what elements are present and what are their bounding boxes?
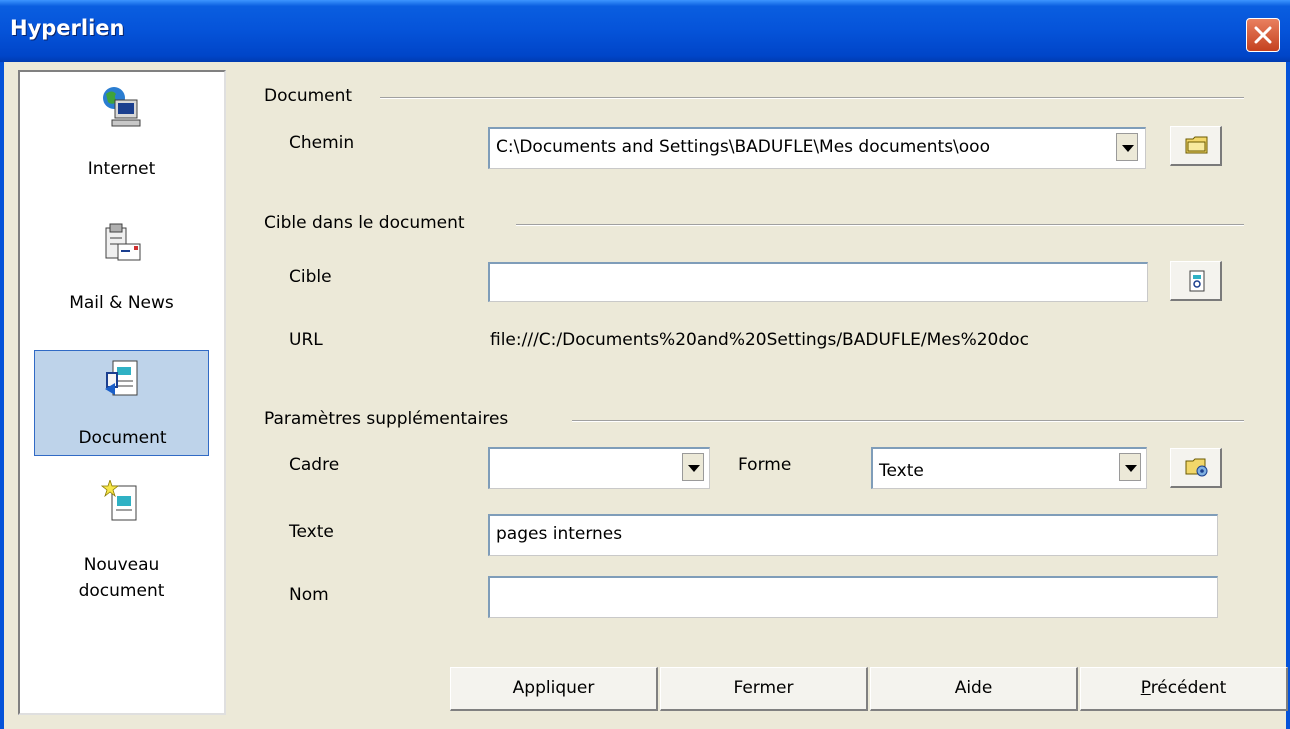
form-label: Forme: [738, 455, 792, 475]
sidebar-item-document[interactable]: Document: [34, 350, 209, 456]
title-bar[interactable]: Hyperlien: [0, 0, 1290, 62]
target-document-icon: [1189, 270, 1205, 292]
close-dialog-button[interactable]: Fermer: [660, 667, 868, 711]
internet-globe-icon: [103, 87, 141, 127]
extra-parameters-heading: Paramètres supplémentaires: [264, 409, 509, 429]
new-document-icon: [100, 480, 137, 521]
previous-label: récédent: [1150, 678, 1227, 698]
folder-macro-icon: [1185, 458, 1208, 477]
window-frame-left: [0, 62, 4, 729]
target-label: Cible: [289, 267, 332, 287]
chevron-down-icon[interactable]: [1119, 453, 1141, 481]
sidebar-item-new-document[interactable]: Nouveau document: [34, 472, 209, 622]
target-in-document-button[interactable]: [1170, 261, 1222, 301]
sidebar-item-label-line2: document: [78, 581, 165, 601]
document-icon: [105, 360, 138, 396]
frame-combobox[interactable]: [488, 447, 710, 489]
mail-news-icon: [105, 223, 141, 261]
frame-label: Cadre: [289, 455, 340, 475]
sidebar-item-label: Mail & News: [69, 293, 174, 313]
url-label: URL: [289, 330, 323, 350]
window-frame-right: [1286, 62, 1290, 729]
sidebar-item-mail-news[interactable]: Mail & News: [34, 214, 209, 339]
close-button[interactable]: [1246, 18, 1280, 52]
previous-button[interactable]: Précédent: [1080, 667, 1288, 711]
open-file-button[interactable]: [1170, 126, 1222, 166]
hyperlink-dialog: Hyperlien Internet Mail & News Document …: [0, 0, 1290, 729]
text-input[interactable]: pages internes: [488, 514, 1218, 556]
target-group-heading: Cible dans le document: [264, 213, 465, 233]
help-button[interactable]: Aide: [870, 667, 1078, 711]
chevron-down-icon[interactable]: [682, 453, 704, 481]
events-button[interactable]: [1170, 448, 1222, 488]
chevron-down-icon[interactable]: [1116, 133, 1138, 161]
document-group-heading: Document: [264, 86, 353, 106]
form-combobox[interactable]: Texte: [871, 447, 1147, 489]
previous-accesskey: P: [1140, 678, 1151, 698]
group-divider: [380, 97, 1244, 99]
path-combobox[interactable]: C:\Documents and Settings\BADUFLE\Mes do…: [488, 127, 1146, 169]
target-input[interactable]: [488, 262, 1148, 302]
url-value: file:///C:/Documents%20and%20Settings/BA…: [490, 330, 1029, 350]
folder-icon: [1185, 136, 1208, 154]
apply-button[interactable]: Appliquer: [450, 667, 658, 711]
sidebar-item-label: Document: [78, 428, 167, 448]
group-divider: [572, 420, 1244, 422]
form-value: Texte: [879, 461, 924, 481]
hyperlink-type-sidebar: Internet Mail & News Document Nouveau do…: [18, 70, 226, 715]
window-title: Hyperlien: [10, 16, 125, 40]
sidebar-item-label: Internet: [87, 159, 156, 179]
path-value: C:\Documents and Settings\BADUFLE\Mes do…: [496, 137, 990, 157]
name-label: Nom: [289, 585, 329, 605]
path-label: Chemin: [289, 133, 355, 153]
text-label: Texte: [289, 522, 334, 542]
group-divider: [516, 224, 1244, 226]
sidebar-item-label-line1: Nouveau: [83, 555, 160, 575]
name-input[interactable]: [488, 576, 1218, 618]
sidebar-item-internet[interactable]: Internet: [34, 78, 209, 203]
close-icon: [1254, 26, 1272, 44]
